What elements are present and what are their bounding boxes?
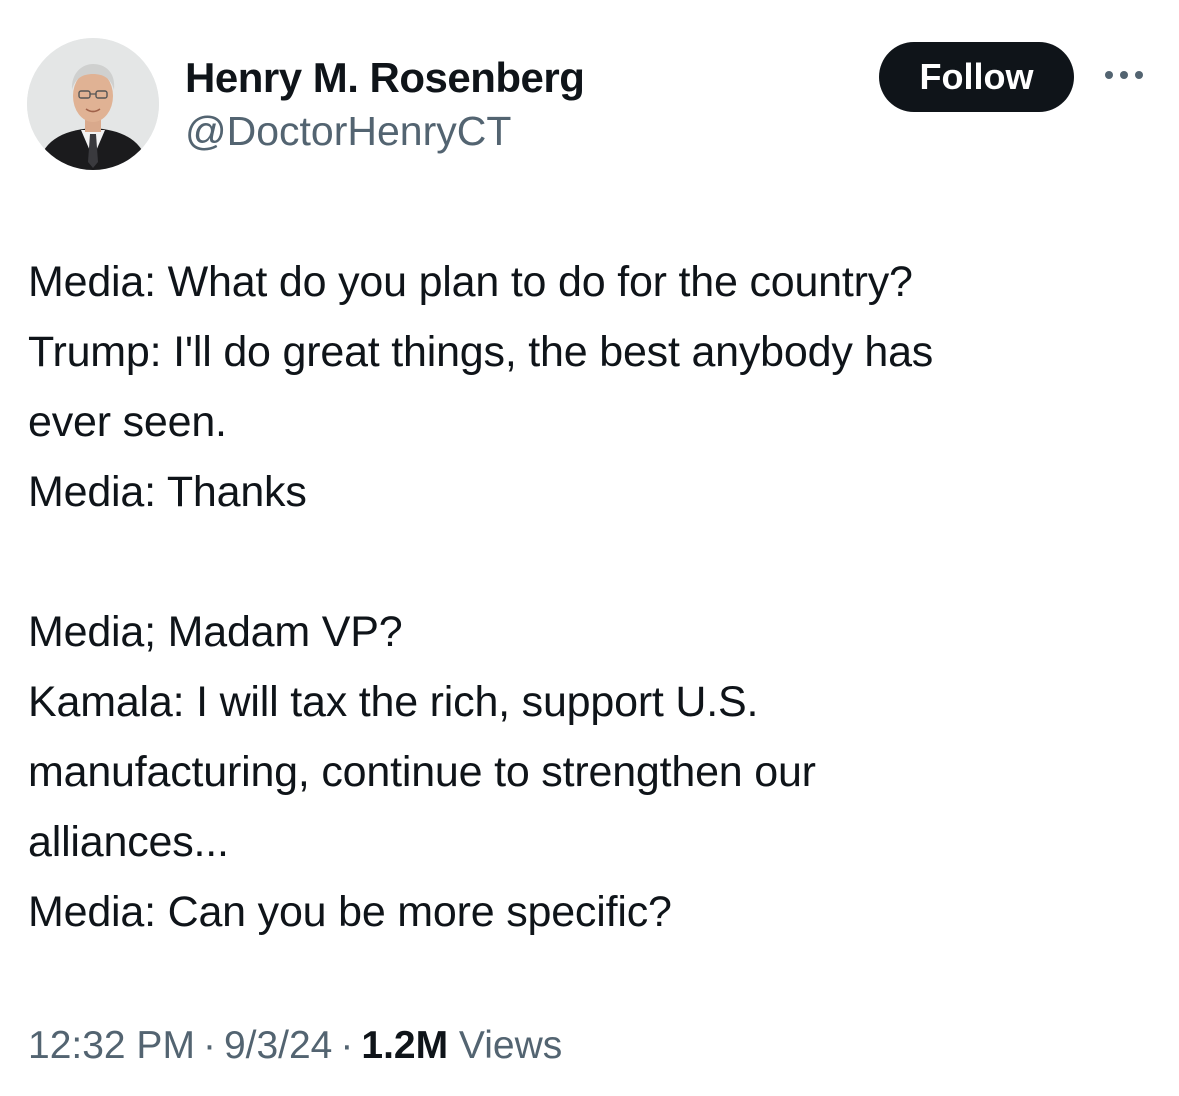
views-count[interactable]: 1.2M: [361, 1024, 448, 1067]
more-options-button[interactable]: [1100, 60, 1150, 90]
tweet-text-line: Media; Madam VP?: [28, 608, 403, 656]
author-display-name[interactable]: Henry M. Rosenberg: [185, 50, 585, 106]
meta-separator: ·: [202, 1024, 216, 1067]
tweet-time[interactable]: 12:32 PM: [28, 1024, 195, 1067]
tweet-text: Media: What do you plan to do for the co…: [28, 247, 1148, 947]
avatar-image: [27, 38, 159, 170]
tweet-text-line: Kamala: I will tax the rich, support U.S…: [28, 678, 759, 726]
tweet-text-line: Media: Can you be more specific?: [28, 888, 672, 936]
follow-button[interactable]: Follow: [879, 42, 1074, 112]
more-horizontal-icon: [1105, 71, 1143, 79]
views-label[interactable]: Views: [459, 1024, 562, 1067]
avatar[interactable]: [27, 38, 159, 170]
tweet-text-line: alliances...: [28, 818, 229, 866]
tweet-text-line: Trump: I'll do great things, the best an…: [28, 328, 934, 376]
tweet-metadata: 12:32 PM · 9/3/24 · 1.2M Views: [28, 1018, 562, 1074]
tweet-text-line: ever seen.: [28, 398, 227, 446]
meta-separator: ·: [340, 1024, 354, 1067]
tweet-card: Henry M. Rosenberg @DoctorHenryCT Follow…: [0, 0, 1179, 1096]
tweet-text-line: Media: Thanks: [28, 468, 307, 516]
author-handle[interactable]: @DoctorHenryCT: [185, 103, 511, 159]
tweet-text-line: manufacturing, continue to strengthen ou…: [28, 748, 816, 796]
tweet-date[interactable]: 9/3/24: [224, 1024, 332, 1067]
tweet-text-line: Media: What do you plan to do for the co…: [28, 258, 913, 306]
